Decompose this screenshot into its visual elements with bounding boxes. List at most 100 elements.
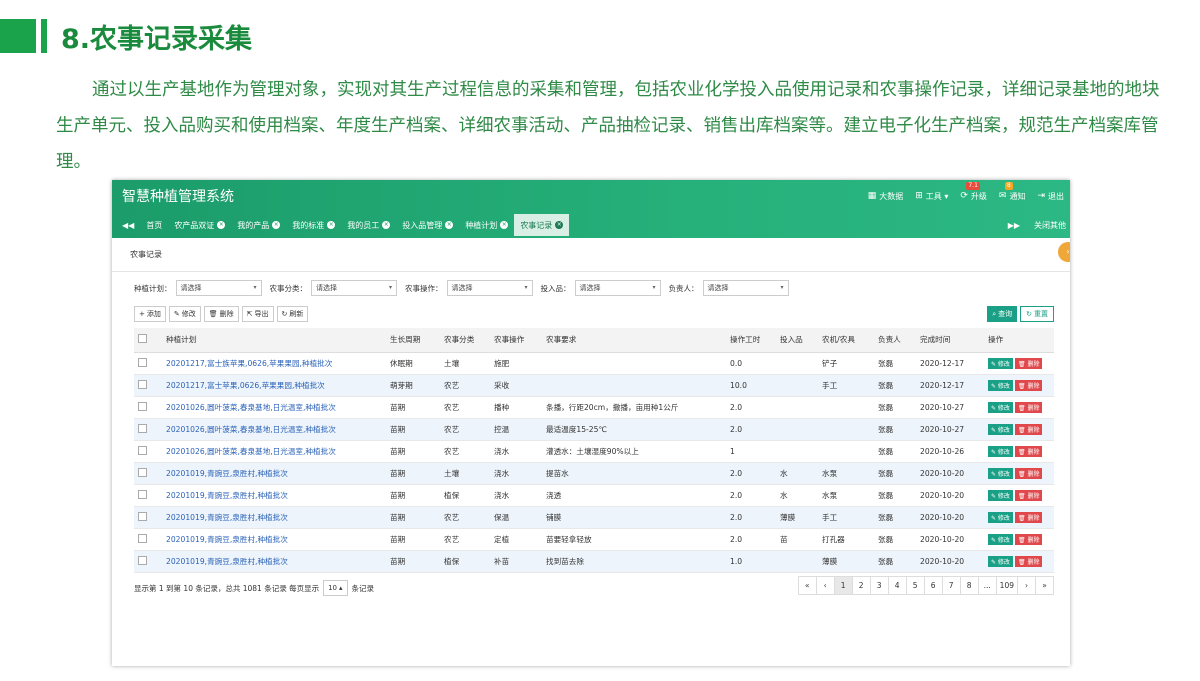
row-delete-button[interactable]: 🗑 删除 [1014, 511, 1043, 523]
filter-select-3[interactable]: 请选择 ▾ [574, 280, 661, 296]
table-row[interactable]: 20201217,富士族苹果,0626,苹果果园,种植批次 休眠期 土壤 施肥 0.0 铲… [134, 352, 1054, 375]
row-checkbox[interactable] [138, 445, 147, 455]
export-button[interactable]: ⇱ 导出 [241, 306, 274, 322]
table-row[interactable]: 20201019,青豌豆,泉胜村,种植批次 苗期 农艺 保温 铺膜 2.0 薄膜 手工 张磊 20… [134, 506, 1054, 529]
close-icon[interactable]: × [217, 221, 226, 229]
table-row[interactable]: 20201217,富士苹果,0626,苹果果园,种植批次 萌芽期 农艺 采收 10.0 手… [134, 374, 1054, 397]
close-icon[interactable]: × [272, 221, 281, 229]
page-button-13[interactable]: » [1035, 576, 1054, 595]
row-edit-button[interactable]: ✎ 修改 [988, 357, 1013, 369]
header-item-3[interactable]: ✉ 通知 8 [999, 181, 1025, 202]
page-button-0[interactable]: « [797, 576, 817, 595]
table-row[interactable]: 20201026,圆叶菠菜,春泉基地,日光温室,种植批次 苗期 农艺 浇水 灌透水：土壤… [134, 440, 1054, 463]
tab-0[interactable]: 首页 [140, 214, 168, 236]
tab-7[interactable]: 农事记录 × [514, 214, 570, 236]
table-row[interactable]: 20201019,青豌豆,泉胜村,种植批次 苗期 植保 补苗 找到苗去除 1.0 薄膜 张磊 2… [134, 550, 1054, 573]
delete-button[interactable]: 🗑 删除 [203, 306, 239, 322]
row-checkbox[interactable] [138, 357, 147, 367]
add-button[interactable]: + 添加 [134, 306, 166, 322]
page-button-8[interactable]: 7 [941, 576, 961, 595]
page-button-10[interactable]: ... [977, 576, 997, 595]
table-row[interactable]: 20201026,圆叶菠菜,春泉基地,日光温室,种植批次 苗期 农艺 控温 最适温度15… [134, 418, 1054, 441]
row-checkbox[interactable] [138, 401, 147, 411]
reset-button[interactable]: ↻ 重置 [1020, 306, 1054, 322]
row-checkbox[interactable] [138, 467, 147, 477]
plan-link[interactable]: 20201217,富士族苹果,0626,苹果果园,种植批次 [162, 352, 386, 375]
tab-4[interactable]: 我的员工 × [341, 214, 396, 236]
page-button-1[interactable]: ‹ [815, 576, 835, 595]
header-item-2[interactable]: ⟳ 升级 7.1 [960, 181, 987, 202]
row-edit-button[interactable]: ✎ 修改 [988, 533, 1013, 545]
tab-6[interactable]: 种植计划 × [459, 214, 514, 236]
tab-1[interactable]: 农产品双证 × [168, 214, 231, 236]
filter-select-4[interactable]: 请选择 ▾ [702, 280, 789, 296]
page-button-5[interactable]: 4 [887, 576, 907, 595]
plan-link[interactable]: 20201019,青豌豆,泉胜村,种植批次 [162, 550, 386, 573]
row-delete-button[interactable]: 🗑 删除 [1014, 379, 1043, 391]
side-toggle-icon[interactable]: › [1058, 242, 1070, 262]
row-checkbox[interactable] [138, 533, 147, 543]
filter-select-0[interactable]: 请选择 ▾ [175, 280, 262, 296]
row-delete-button[interactable]: 🗑 删除 [1014, 467, 1043, 479]
tab-3[interactable]: 我的标准 × [286, 214, 341, 236]
page-button-12[interactable]: › [1017, 576, 1036, 595]
table-row[interactable]: 20201019,青豌豆,泉胜村,种植批次 苗期 土壤 浇水 提苗水 2.0 水水泵 张磊 20… [134, 462, 1054, 485]
query-button[interactable]: ⌕ 查询 [987, 306, 1018, 322]
row-delete-button[interactable]: 🗑 删除 [1014, 489, 1043, 501]
header-item-0[interactable]: ▦ 大数据 [868, 191, 904, 202]
plan-link[interactable]: 20201026,圆叶菠菜,春泉基地,日光温室,种植批次 [162, 396, 386, 419]
row-delete-button[interactable]: 🗑 删除 [1014, 533, 1043, 545]
plan-link[interactable]: 20201019,青豌豆,泉胜村,种植批次 [162, 462, 386, 485]
tab-scroll-left-icon[interactable]: ◀◀ [116, 221, 140, 230]
table-row[interactable]: 20201026,圆叶菠菜,春泉基地,日光温室,种植批次 苗期 农艺 播种 条播，行距2… [134, 396, 1054, 419]
page-button-3[interactable]: 2 [851, 576, 871, 595]
row-edit-button[interactable]: ✎ 修改 [988, 445, 1013, 457]
page-size-select[interactable]: 10 ▴ [323, 580, 348, 596]
plan-link[interactable]: 20201026,圆叶菠菜,春泉基地,日光温室,种植批次 [162, 418, 386, 441]
row-checkbox[interactable] [138, 555, 147, 565]
close-icon[interactable]: × [555, 221, 564, 229]
row-edit-button[interactable]: ✎ 修改 [988, 401, 1013, 413]
page-button-11[interactable]: 109 [995, 576, 1018, 595]
close-icon[interactable]: × [500, 221, 509, 229]
row-edit-button[interactable]: ✎ 修改 [988, 555, 1013, 567]
header-item-1[interactable]: ⊞ 工具 ▾ [915, 191, 948, 202]
row-delete-button[interactable]: 🗑 删除 [1014, 357, 1043, 369]
plan-link[interactable]: 20201217,富士苹果,0626,苹果果园,种植批次 [162, 374, 386, 397]
plan-link[interactable]: 20201019,青豌豆,泉胜村,种植批次 [162, 506, 386, 529]
page-button-7[interactable]: 6 [923, 576, 943, 595]
page-button-9[interactable]: 8 [959, 576, 979, 595]
page-button-6[interactable]: 5 [905, 576, 925, 595]
close-other-tabs[interactable]: 关闭其他 [1034, 220, 1066, 231]
page-button-4[interactable]: 3 [869, 576, 889, 595]
plan-link[interactable]: 20201019,青豌豆,泉胜村,种植批次 [162, 528, 386, 551]
close-icon[interactable]: × [445, 221, 454, 229]
filter-select-1[interactable]: 请选择 ▾ [311, 280, 397, 296]
row-checkbox[interactable] [138, 379, 147, 389]
row-delete-button[interactable]: 🗑 删除 [1014, 423, 1043, 435]
header-item-4[interactable]: ⇥ 退出 [1037, 191, 1064, 202]
refresh-button[interactable]: ↻ 刷新 [276, 306, 309, 322]
select-all-checkbox[interactable] [138, 334, 147, 344]
tab-5[interactable]: 投入品管理 × [396, 214, 459, 236]
row-checkbox[interactable] [138, 489, 147, 499]
plan-link[interactable]: 20201026,圆叶菠菜,春泉基地,日光温室,种植批次 [162, 440, 386, 463]
row-checkbox[interactable] [138, 511, 147, 521]
tab-2[interactable]: 我的产品 × [231, 214, 286, 236]
close-icon[interactable]: × [382, 221, 391, 229]
row-edit-button[interactable]: ✎ 修改 [988, 467, 1013, 479]
filter-select-2[interactable]: 请选择 ▾ [446, 280, 533, 296]
row-edit-button[interactable]: ✎ 修改 [988, 489, 1013, 501]
table-row[interactable]: 20201019,青豌豆,泉胜村,种植批次 苗期 植保 浇水 浇透 2.0 水水泵 张磊 202… [134, 484, 1054, 507]
edit-button[interactable]: ✎ 修改 [168, 306, 201, 322]
plan-link[interactable]: 20201019,青豌豆,泉胜村,种植批次 [162, 484, 386, 507]
table-row[interactable]: 20201019,青豌豆,泉胜村,种植批次 苗期 农艺 定植 苗要轻拿轻放 2.0 苗打孔器… [134, 528, 1054, 551]
row-delete-button[interactable]: 🗑 删除 [1014, 445, 1043, 457]
row-edit-button[interactable]: ✎ 修改 [988, 511, 1013, 523]
row-edit-button[interactable]: ✎ 修改 [988, 379, 1013, 391]
row-edit-button[interactable]: ✎ 修改 [988, 423, 1013, 435]
row-checkbox[interactable] [138, 423, 147, 433]
close-icon[interactable]: × [327, 221, 336, 229]
row-delete-button[interactable]: 🗑 删除 [1014, 555, 1043, 567]
row-delete-button[interactable]: 🗑 删除 [1014, 401, 1043, 413]
